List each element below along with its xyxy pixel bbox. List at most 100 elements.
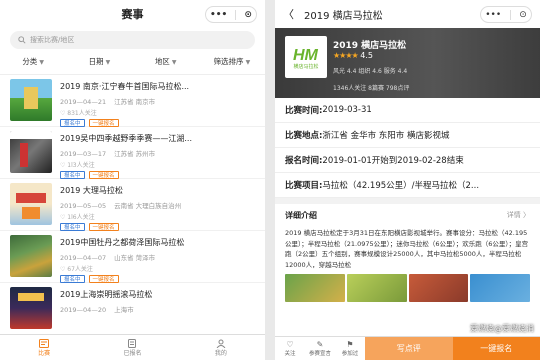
follow-count-text: 831人关注 [67, 110, 97, 117]
clipboard-icon [128, 338, 137, 348]
filter-date[interactable]: 日期 ▼ [66, 56, 132, 67]
event-date: 2019—04—20 [60, 306, 107, 314]
quick-signup-button[interactable]: 一键报名 [452, 337, 540, 360]
event-description: 2019 横店马拉松定于3月31日在东阳横店影视城举行。赛事设分：马拉松（42.… [285, 229, 529, 269]
status-badge: 报名中 [60, 171, 85, 179]
logo-caption: 横店马拉松 [293, 63, 319, 70]
event-list-item[interactable]: 2019 大理马拉松 2019—05—05 云南省 大理白族自治州 ♡ 1l6人关… [0, 179, 265, 231]
info-value: 2019-01-01开始到2019-02-28结束 [322, 156, 464, 166]
event-place: 江苏省 南京市 [114, 98, 156, 106]
star-rating-icon: ★★★★ [333, 51, 359, 60]
event-photo[interactable] [285, 274, 345, 302]
filter-category[interactable]: 分类 ▼ [0, 56, 66, 67]
quick-signup-button[interactable]: 一键报名 [88, 119, 119, 127]
quick-signup-button[interactable]: 一键报名 [88, 223, 119, 231]
event-meta: 2019—04—07 山东省 菏泽市 [60, 252, 255, 262]
filter-sort[interactable]: 筛选排序 ▼ [199, 56, 265, 67]
filter-label: 地区 [154, 57, 170, 66]
event-name: 2019 横店马拉松 [333, 41, 407, 51]
event-place: 江苏省 苏州市 [114, 150, 156, 158]
participated-button[interactable]: ⚑ 参加过 [335, 337, 365, 360]
watermark: 爱燃烧@爱燃烧消 [470, 324, 534, 333]
event-date: 2019—04—21 [60, 98, 107, 106]
tab-events[interactable]: 比赛 [0, 335, 88, 360]
quick-signup-button[interactable]: 一键报名 [88, 171, 119, 179]
event-list-item[interactable]: 2019中国牡丹之都荷泽国际马拉松 2019—04—07 山东省 菏泽市 ♡ 67… [0, 231, 265, 283]
trophy-icon [39, 338, 50, 348]
follow-count-text: 67人关注 [67, 266, 93, 273]
event-list-item[interactable]: 2019吴中四季越野季季赛——江湖... 2019—03—17 江苏省 苏州市 ♡… [0, 127, 265, 179]
capsule-divider [509, 9, 511, 20]
info-value: 浙江省 金华市 东阳市 横店影视城 [322, 131, 450, 141]
capsule-divider [235, 9, 237, 20]
action-label: 关注 [284, 351, 296, 357]
event-thumbnail [10, 79, 52, 121]
filter-label: 筛选排序 [213, 57, 244, 66]
event-logo: HM 横店马拉松 [285, 36, 327, 78]
search-icon [18, 36, 26, 44]
info-row-categories[interactable]: 比赛项目: 马拉松（42.195公里）/半程马拉松（2... [275, 173, 540, 198]
event-hero-banner: HM 横店马拉松 2019 横店马拉松 ★★★★ 4.5 风光 4.4 组织 4… [275, 28, 540, 98]
rating-score: 4.5 [360, 51, 373, 60]
svg-text:HM: HM [293, 47, 319, 63]
tab-label: 已报名 [123, 349, 142, 357]
event-thumbnail [10, 235, 52, 277]
close-icon[interactable]: ⊙ [244, 10, 252, 20]
event-follow-count: ♡ 1l6人关注 [60, 212, 255, 221]
search-placeholder: 搜索比赛/地区 [30, 36, 75, 44]
action-bar: ♡ 关注 ✎ 参赛宣言 ⚑ 参加过 写点评 一键报名 [275, 336, 540, 360]
info-row-location: 比赛地点: 浙江省 金华市 东阳市 横店影视城 [275, 123, 540, 148]
chevron-down-icon: ▼ [105, 59, 111, 66]
nav-header: 赛事 ••• ⊙ [0, 0, 265, 28]
event-title: 2019吴中四季越野季季赛——江湖... [60, 134, 192, 143]
tab-registered[interactable]: 已报名 [88, 335, 176, 360]
action-label: 参加过 [341, 351, 359, 357]
follow-count-text: 1l6人关注 [67, 214, 95, 221]
more-icon[interactable]: ••• [485, 10, 501, 20]
event-list-screen: 赛事 ••• ⊙ 搜索比赛/地区 分类 ▼ 日期 ▼ 地区 ▼ 筛选排序 ▼ 2019 … [0, 0, 265, 360]
event-list-item[interactable]: 2019上海崇明摇滚马拉松 2019—04—20 上海市 [0, 283, 265, 335]
status-badge: 报名中 [60, 119, 85, 127]
event-photo[interactable] [470, 274, 530, 302]
info-key: 比赛地点: [285, 131, 323, 141]
event-thumbnail [10, 183, 52, 225]
event-meta: 2019—04—20 上海市 [60, 304, 255, 314]
event-photo[interactable] [408, 274, 469, 302]
filter-bar: 分类 ▼ 日期 ▼ 地区 ▼ 筛选排序 ▼ [0, 49, 265, 75]
event-follow-count: ♡ 831人关注 [60, 108, 255, 117]
filter-region[interactable]: 地区 ▼ [133, 56, 199, 67]
tab-profile[interactable]: 我的 [177, 335, 265, 360]
edit-icon: ✎ [316, 340, 324, 349]
more-icon[interactable]: ••• [210, 10, 227, 20]
event-detail-screen: 〈 2019 横店马拉松 ••• ⊙ HM 横店马拉松 2019 横店马拉松 ★… [275, 0, 540, 360]
quick-signup-button[interactable]: 一键报名 [88, 275, 119, 283]
event-thumbnail [10, 287, 52, 329]
filter-label: 分类 [22, 57, 38, 66]
event-photo[interactable] [346, 274, 407, 302]
search-input[interactable]: 搜索比赛/地区 [10, 31, 255, 49]
tab-label: 比赛 [38, 349, 51, 357]
event-list-item[interactable]: 2019 南京·江宁春牛首国际马拉松... 2019—04—21 江苏省 南京市 … [0, 75, 265, 127]
status-badge: 报名中 [60, 275, 85, 283]
info-key: 比赛时间: [285, 106, 323, 116]
event-follow-count: ♡ 1l3人关注 [60, 160, 255, 169]
follow-button[interactable]: ♡ 关注 [275, 337, 305, 360]
nav-header: 〈 2019 横店马拉松 ••• ⊙ [275, 0, 540, 28]
declaration-button[interactable]: ✎ 参赛宣言 [305, 337, 335, 360]
event-title: 2019 大理马拉松 [60, 186, 123, 195]
page-title: 赛事 [121, 8, 144, 21]
write-review-button[interactable]: 写点评 [365, 337, 453, 360]
action-label: 参赛宣言 [308, 351, 331, 357]
back-arrow-icon[interactable]: 〈 [283, 6, 294, 22]
heart-icon: ♡ [286, 340, 294, 349]
filter-label: 日期 [88, 57, 104, 66]
detail-more-link[interactable]: 详情 〉 [507, 210, 530, 220]
event-place: 山东省 菏泽市 [114, 254, 156, 262]
detail-section-header: 详细介绍 详情 〉 [275, 204, 540, 226]
follow-count-text: 1l3人关注 [67, 162, 95, 169]
mini-program-capsule: ••• ⊙ [480, 6, 532, 23]
close-icon[interactable]: ⊙ [519, 10, 527, 20]
status-badge: 报名中 [60, 223, 85, 231]
info-key: 比赛项目: [285, 181, 323, 191]
event-title: 2019上海崇明摇滚马拉松 [60, 290, 153, 299]
